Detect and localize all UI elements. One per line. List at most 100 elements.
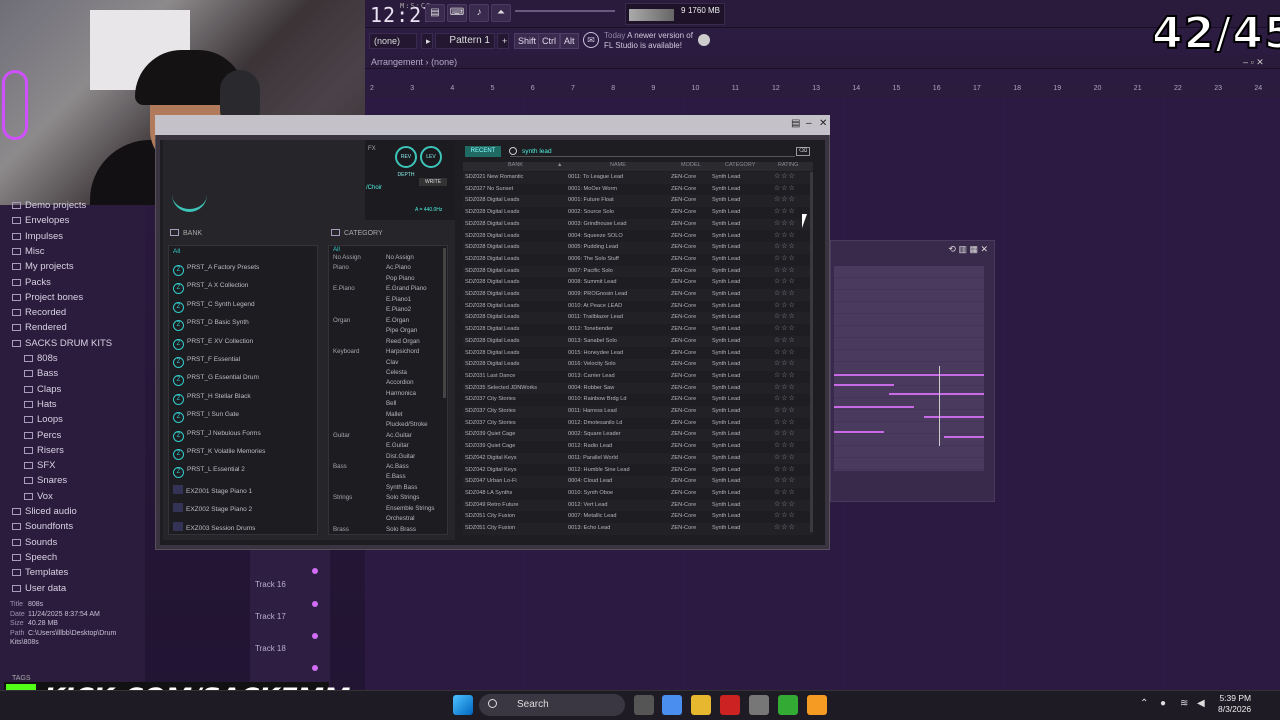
result-row[interactable]: SDZ049 Retro Future 0012: Vert Lead ZEN-Co… [463,499,813,512]
menu-icon[interactable]: ▤ [791,118,800,129]
category-item[interactable]: Ac.Guitar [386,432,412,439]
browser-item[interactable]: Percs [24,430,61,441]
rev-depth-knob[interactable]: REV DEPTH [395,146,417,178]
rating-stars[interactable]: ☆☆☆ [774,231,796,239]
result-row[interactable]: SDZ028 Digital Leads 0010: At Peace LEAD Z… [463,301,813,313]
rating-stars[interactable]: ☆☆☆ [774,172,796,180]
result-row[interactable]: SDZ028 Digital Leads 0015: Honeydee Lead Z… [463,348,813,360]
result-row[interactable]: SDZ028 Digital Leads 0005: Pudding Lead ZE… [463,242,813,254]
rating-stars[interactable]: ☆☆☆ [774,254,796,262]
tray-chevron-icon[interactable]: ⌃ [1140,698,1148,709]
browser-item[interactable]: Loops [24,414,63,425]
bank-item[interactable]: Z PRST_A X Collection [173,282,248,295]
category-item[interactable]: Bell [386,400,396,407]
browser-item[interactable]: Sliced audio [12,506,77,517]
result-row[interactable]: SDZ028 Digital Leads 0007: Pacific Solo ZE… [463,265,813,278]
category-group[interactable]: Keyboard [333,348,360,355]
browser-item[interactable]: Packs [12,277,51,288]
result-row[interactable]: SDZ028 Digital Leads 0004: Squeeze SOLO ZE… [463,231,813,243]
rating-stars[interactable]: ☆☆☆ [774,348,796,356]
rating-stars[interactable]: ☆☆☆ [774,453,796,461]
ctrl-button[interactable]: Ctrl [538,33,560,49]
rating-stars[interactable]: ☆☆☆ [774,406,796,414]
pattern-select[interactable]: Pattern 1 [435,33,495,49]
bank-item[interactable]: Z PRST_J Nebulous Forms [173,430,261,442]
result-row[interactable]: SDZ051 City Fusion 0007: Metallic Lead ZEN… [463,511,813,523]
category-group[interactable]: E.Piano [333,285,355,292]
category-group[interactable]: Strings [333,494,352,501]
browser-item[interactable]: Risers [24,445,64,456]
browser-item[interactable]: Rendered [12,322,67,333]
result-row[interactable]: SDZ028 Digital Leads 0012: Tonebender ZEN-… [463,324,813,336]
browser-item[interactable]: Soundfonts [12,521,73,532]
cpu-memory-monitor[interactable]: 9 1760 MB [625,3,725,25]
write-button[interactable]: WRITE [419,178,447,186]
browser-item[interactable]: Templates [12,567,68,578]
result-row[interactable]: SDZ028 Digital Leads 0013: Sanabel Solo ZE… [463,335,813,348]
browser-item[interactable]: Snares [24,475,67,486]
play-pattern-icon[interactable]: ▸ [421,33,433,49]
category-item[interactable]: Ac.Piano [386,264,411,271]
rating-stars[interactable]: ☆☆☆ [774,429,796,437]
category-group[interactable]: Guitar [333,432,350,439]
bank-item[interactable]: Z PRST_K Volatile Memories [173,448,265,460]
window-controls[interactable]: – ▫ ✕ [1243,57,1264,68]
level-knob[interactable]: LEV [420,146,442,168]
col-model[interactable]: MODEL [681,162,701,168]
bank-item[interactable]: Z PRST_I Sun Gate [173,411,239,424]
result-row[interactable]: SDZ028 Digital Leads 0009: PROGnosin Lead… [463,289,813,301]
category-item[interactable]: Orchestral [386,515,415,522]
timeline-ruler[interactable]: 2 3 4 5 6 7 8 9 10 11 12 13 14 15 16 17 18 19 20 21 22 23 24 [365,84,1280,98]
rating-stars[interactable]: ☆☆☆ [774,266,796,274]
bank-item[interactable]: Z PRST_A Factory Presets [173,264,259,276]
result-row[interactable]: SDZ047 Urban Lo-Fi 0004: Cloud Lead ZEN-Co… [463,476,813,488]
category-item[interactable]: E.Piano2 [386,306,411,313]
rating-stars[interactable]: ☆☆☆ [774,277,796,285]
category-item[interactable]: Dist.Guitar [386,453,415,460]
category-item[interactable]: Ensemble Strings [386,505,435,512]
result-row[interactable]: SDZ028 Digital Leads 0006: The Solo Stuff… [463,254,813,266]
news-icon[interactable]: ✉ [583,32,599,48]
master-pitch-slider[interactable] [515,10,615,12]
category-item[interactable]: Mallet [386,411,403,418]
bank-item[interactable]: Z PRST_E XV Collection [173,338,253,350]
bank-item[interactable]: Z PRST_L Essential 2 [173,466,245,479]
start-icon[interactable] [453,695,473,715]
category-item[interactable]: E.Bass [386,473,406,480]
category-item[interactable]: Clav [386,359,398,366]
rating-stars[interactable]: ☆☆☆ [774,289,796,297]
result-row[interactable]: SDZ031 Last Dance 0013: Carrier Lead ZEN-C… [463,371,813,383]
track-dot[interactable] [312,633,318,639]
browser-item[interactable]: Bass [24,368,58,379]
opera-icon[interactable] [720,695,740,715]
rating-stars[interactable]: ☆☆☆ [774,312,796,320]
typing-keyboard-icon[interactable]: ⌨ [447,4,467,22]
piano-roll-controls[interactable]: ⟲ ▥ ▦ ✕ [948,244,988,255]
rating-stars[interactable]: ☆☆☆ [774,476,796,484]
rating-stars[interactable]: ☆☆☆ [774,359,796,367]
track-label[interactable]: Track 17 [255,612,286,621]
globe-icon[interactable] [698,34,710,46]
metronome-icon[interactable]: ⏶ [491,4,511,22]
category-item[interactable]: Solo Brass [386,526,416,533]
category-list[interactable]: All No Assign Piano E.Piano Organ Keyboard Gui… [328,245,448,535]
rating-stars[interactable]: ☆☆☆ [774,219,796,227]
volume-icon[interactable]: ◀ [1197,698,1205,709]
result-row[interactable]: SDZ037 City Stories 0011: Harress Lead ZEN… [463,406,813,418]
track-label[interactable]: Track 16 [255,580,286,589]
category-item[interactable]: Harmonica [386,390,416,397]
rating-stars[interactable]: ☆☆☆ [774,184,796,192]
piano-roll-grid[interactable] [834,266,984,471]
browser-item[interactable]: Speech [12,552,57,563]
bank-list[interactable]: All Z PRST_A Factory Presets Z PRST_A X Coll… [168,245,318,535]
rating-stars[interactable]: ☆☆☆ [774,242,796,250]
category-item[interactable]: Pipe Organ [386,327,417,334]
category-item[interactable]: Reed Organ [386,338,420,345]
wifi-icon[interactable]: ≋ [1180,698,1188,709]
track-label[interactable]: Track 18 [255,644,286,653]
rating-stars[interactable]: ☆☆☆ [774,195,796,203]
result-row[interactable]: SDZ028 Digital Leads 0008: Summit Lead ZEN… [463,277,813,289]
category-item[interactable]: Celesta [386,369,407,376]
bank-item[interactable]: Z PRST_C Synth Legend [173,301,255,313]
close-icon[interactable]: ✕ [819,118,827,129]
